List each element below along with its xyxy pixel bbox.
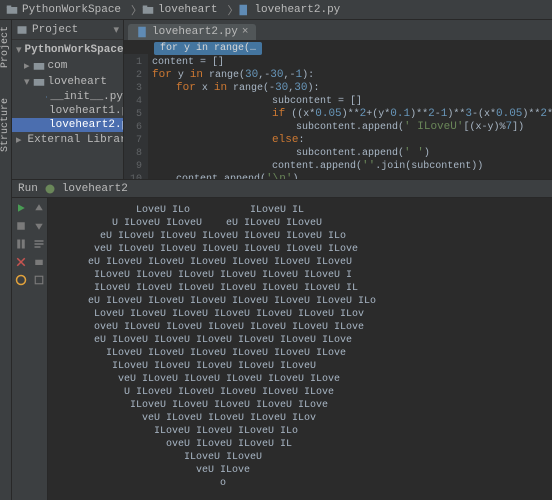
editor-tab-active[interactable]: loveheart2.py × [128,24,256,40]
run-panel-header[interactable]: Run loveheart2 [12,180,552,198]
clear-icon[interactable] [33,274,45,286]
rerun-icon[interactable] [15,202,27,214]
console-output[interactable]: LoveU ILo ILoveU IL U ILoveU ILoveU eU I… [48,198,552,500]
editor-tabbar: loveheart2.py × [124,20,552,40]
code-area[interactable]: content = [] for y in range(30,-30,-1): … [148,54,552,179]
folder-icon [6,4,18,16]
breadcrumb-bar: PythonWorkSpace 〉 loveheart 〉 loveheart2… [0,0,552,20]
run-panel: Run loveheart2 [12,180,552,500]
chevron-right-icon: 〉 [131,2,142,18]
wrap-icon[interactable] [33,238,45,250]
run-controls-secondary [30,198,48,500]
tree-external-libraries[interactable]: ▸External Libraries [12,132,123,148]
down-icon[interactable] [33,220,45,232]
run-controls-primary [12,198,30,500]
dropdown-icon[interactable]: ▾ [113,23,119,37]
project-panel-header[interactable]: Project ▾ [12,20,123,40]
code-preview-bar[interactable]: for y in range(… [154,42,552,54]
help-icon[interactable] [15,274,27,286]
stop-icon[interactable] [15,220,27,232]
folder-icon [33,60,45,72]
tree-file-lh1[interactable]: loveheart1.py [12,104,123,118]
close-icon[interactable] [15,256,27,268]
project-icon [16,24,28,36]
breadcrumb-root[interactable]: PythonWorkSpace [6,4,121,16]
tab-structure[interactable]: Structure [0,98,11,152]
python-file-icon [46,91,47,103]
folder-icon [142,4,154,16]
tree-folder-com[interactable]: ▸com [12,58,123,74]
breadcrumb-folder[interactable]: loveheart [142,4,217,16]
project-tree: ▾PythonWorkSpace E:\PythonW ▸com ▾lovehe… [12,40,123,150]
pause-icon[interactable] [15,238,27,250]
left-tool-strip: Project Structure [0,20,12,500]
chevron-right-icon: 〉 [227,2,238,18]
tab-project[interactable]: Project [0,26,11,68]
line-gutter: 1234567891011 [124,54,148,179]
breadcrumb-file[interactable]: loveheart2.py [238,4,340,16]
print-icon[interactable] [33,256,45,268]
python-file-icon [136,26,148,38]
python-run-icon [44,183,56,195]
tree-file-init[interactable]: __init__.py [12,90,123,104]
close-icon[interactable]: × [242,26,249,38]
tree-file-lh2[interactable]: loveheart2.py [12,118,123,132]
folder-icon [33,76,45,88]
up-icon[interactable] [33,202,45,214]
tree-folder-loveheart[interactable]: ▾loveheart [12,74,123,90]
project-panel: Project ▾ ▾PythonWorkSpace E:\PythonW ▸c… [12,20,124,179]
editor-panel: loveheart2.py × for y in range(… 1234567… [124,20,552,179]
python-file-icon [238,4,250,16]
tree-root[interactable]: ▾PythonWorkSpace E:\PythonW [12,42,123,58]
